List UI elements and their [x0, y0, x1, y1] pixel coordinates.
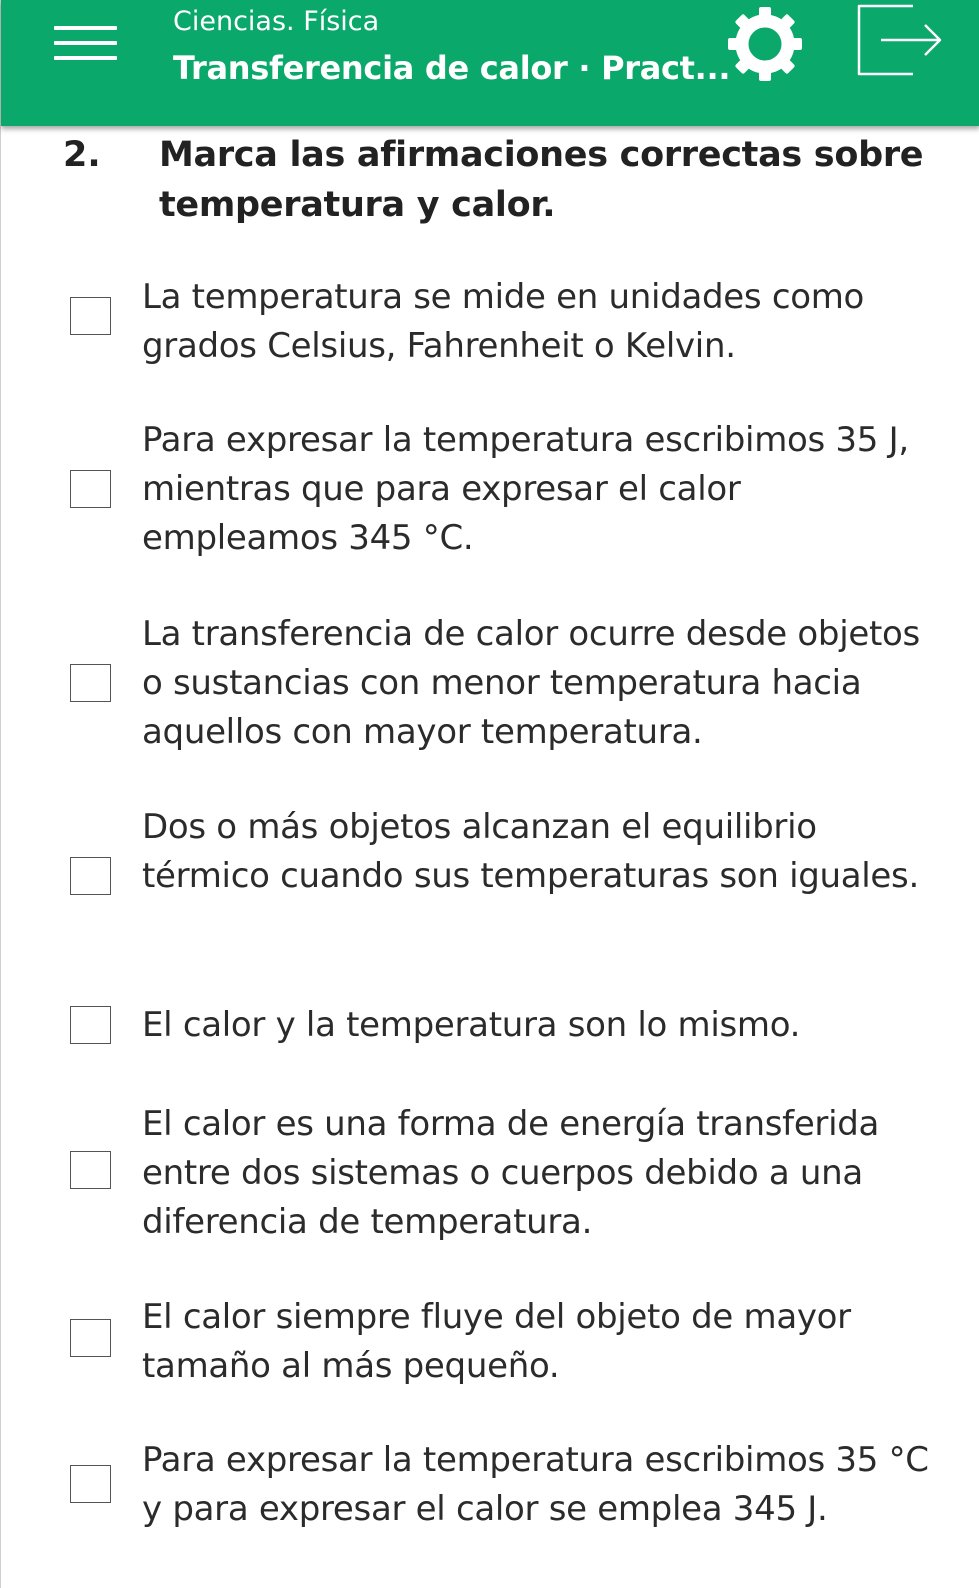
answer-option-6[interactable]: El calor es una forma de energía transfe… — [1, 1100, 979, 1250]
answer-option-4[interactable]: Dos o más objetos alcanzan el equilibrio… — [1, 803, 979, 953]
answer-option-2[interactable]: Para expresar la temperatura escribimos … — [1, 416, 979, 566]
answer-option-5[interactable]: El calor y la temperatura son lo mismo. — [1, 1001, 979, 1051]
answer-option-label: El calor y la temperatura son lo mismo. — [142, 1005, 801, 1045]
gear-icon[interactable] — [725, 4, 805, 84]
checkbox[interactable] — [70, 1006, 111, 1044]
checkbox[interactable] — [70, 1151, 111, 1189]
answer-option-label: Para expresar la temperatura escribimos … — [142, 420, 909, 558]
checkbox[interactable] — [70, 1319, 111, 1357]
answer-option-3[interactable]: La transferencia de calor ocurre desde o… — [1, 610, 979, 760]
question-number: 2. — [63, 135, 101, 175]
answer-option-label: La temperatura se mide en unidades como … — [142, 277, 865, 366]
answer-option-label: Dos o más objetos alcanzan el equilibrio… — [142, 807, 919, 896]
answer-option-label: El calor siempre fluye del objeto de may… — [142, 1297, 851, 1386]
answer-option-1[interactable]: La temperatura se mide en unidades como … — [1, 273, 979, 373]
course-subject: Ciencias. Física — [173, 6, 380, 37]
checkbox[interactable] — [70, 1465, 111, 1503]
checkbox[interactable] — [70, 664, 111, 702]
checkbox[interactable] — [70, 297, 111, 335]
checkbox[interactable] — [70, 470, 111, 508]
question-text: Marca las afirmaciones correctas sobre t… — [159, 135, 924, 225]
page-title: Transferencia de calor · Pract... — [173, 49, 731, 87]
logout-icon[interactable] — [851, 0, 946, 82]
hamburger-menu-icon[interactable] — [54, 26, 117, 60]
answer-option-7[interactable]: El calor siempre fluye del objeto de may… — [1, 1293, 979, 1393]
answer-option-8[interactable]: Para expresar la temperatura escribimos … — [1, 1436, 979, 1536]
answer-option-label: La transferencia de calor ocurre desde o… — [142, 614, 920, 752]
answer-option-label: Para expresar la temperatura escribimos … — [142, 1440, 929, 1529]
app-header: Ciencias. Física Transferencia de calor … — [1, 0, 979, 126]
answer-option-label: El calor es una forma de energía transfe… — [142, 1104, 880, 1242]
app-screen: Ciencias. Física Transferencia de calor … — [0, 0, 979, 1588]
checkbox[interactable] — [70, 857, 111, 895]
